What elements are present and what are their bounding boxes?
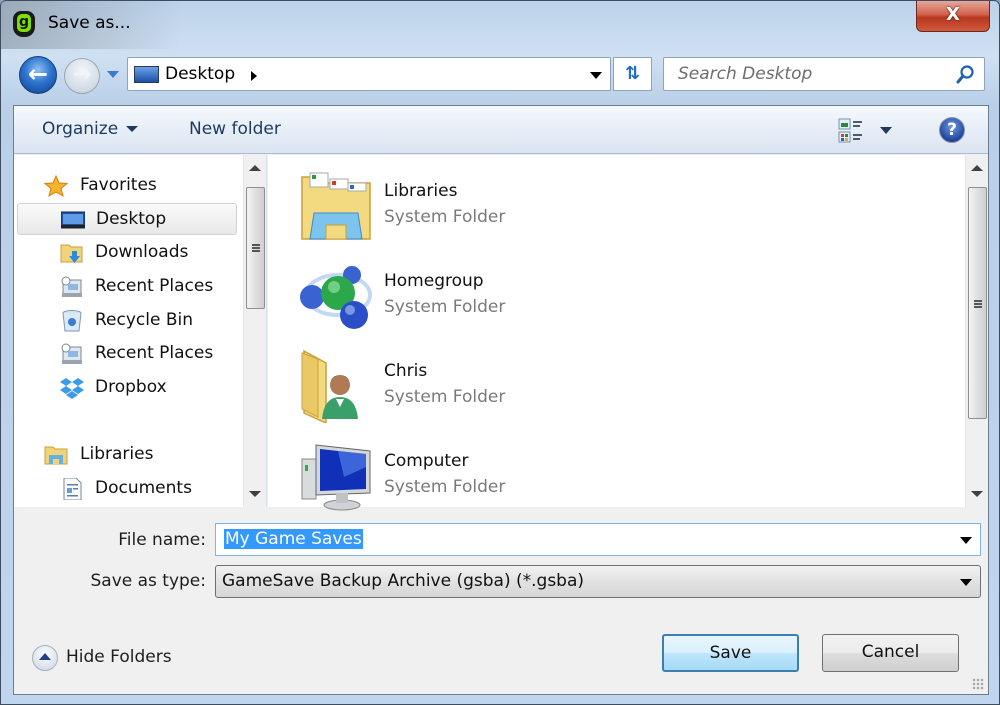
collapse-up-icon [32, 645, 58, 671]
new-folder-button[interactable]: New folder [189, 119, 281, 139]
sidebar-item-downloads[interactable]: Downloads [60, 237, 240, 269]
save-as-dialog: g Save as... X ← → Desktop ⇅ Search Desk… [0, 0, 1000, 705]
save-as-type-value: GameSave Backup Archive (gsba) (*.gsba) [222, 571, 585, 591]
computer-icon [301, 444, 371, 511]
item-name: Homegroup [384, 271, 484, 291]
window-title: Save as... [48, 13, 131, 33]
hide-folders-label: Hide Folders [66, 647, 172, 667]
item-name: Chris [384, 361, 428, 381]
command-bar: Organize New folder ? [14, 106, 988, 154]
help-icon: ? [947, 120, 957, 140]
sidebar-item-dropbox[interactable]: Dropbox [60, 372, 240, 404]
libraries-icon [44, 446, 68, 465]
dialog-body: Organize New folder ? Favorites Desktop … [13, 105, 989, 695]
item-type: System Folder [384, 477, 506, 497]
navigation-pane: Favorites Desktop Downloads Recent Place… [14, 155, 267, 507]
sidebar-item-recycle-bin[interactable]: Recycle Bin [60, 305, 240, 337]
file-list: Libraries System Folder Homegroup System… [268, 155, 988, 511]
chevron-down-icon [126, 126, 139, 132]
documents-icon [63, 478, 82, 500]
organize-button[interactable]: Organize [42, 119, 139, 139]
scroll-down-icon[interactable] [971, 491, 983, 497]
scrollbar-thumb[interactable] [246, 187, 265, 309]
dropbox-icon [60, 378, 84, 399]
file-name-value: My Game Saves [224, 529, 363, 549]
item-type: System Folder [384, 387, 506, 407]
refresh-icon: ⇅ [624, 63, 641, 84]
libraries-folder-icon [301, 172, 371, 240]
scroll-up-icon[interactable] [971, 165, 983, 171]
scrollbar-thumb[interactable] [968, 187, 987, 419]
address-bar[interactable]: Desktop [127, 57, 611, 91]
recent-places-icon [61, 343, 82, 364]
list-item-computer[interactable]: Computer System Folder [298, 437, 698, 517]
back-arrow-icon: ← [27, 60, 49, 88]
change-view-icon[interactable] [838, 118, 864, 144]
homegroup-icon [300, 266, 372, 329]
sidebar-item-recent-places[interactable]: Recent Places [60, 271, 240, 303]
item-type: System Folder [384, 297, 506, 317]
back-button[interactable]: ← [19, 56, 57, 94]
item-name: Computer [384, 451, 469, 471]
organize-label: Organize [42, 119, 119, 139]
refresh-button[interactable]: ⇅ [613, 57, 652, 91]
close-icon: X [946, 4, 960, 25]
forward-arrow-icon: → [72, 62, 92, 87]
views-dropdown-icon[interactable] [880, 127, 892, 134]
item-type: System Folder [384, 207, 506, 227]
breadcrumb-desktop[interactable]: Desktop [165, 64, 235, 84]
help-button[interactable]: ? [939, 117, 965, 143]
sidebar-group-favorites[interactable]: Favorites [44, 170, 244, 202]
sidebar-item-desktop[interactable]: Desktop [17, 203, 237, 235]
grip-icon [974, 300, 982, 308]
save-as-type-select[interactable]: GameSave Backup Archive (gsba) (*.gsba) [215, 565, 981, 598]
close-button[interactable]: X [916, 1, 990, 32]
downloads-folder-icon [60, 244, 83, 263]
star-icon [44, 175, 68, 197]
search-icon[interactable] [956, 65, 974, 85]
save-as-type-label: Save as type: [90, 571, 206, 591]
cancel-button[interactable]: Cancel [822, 634, 959, 672]
save-button[interactable]: Save [662, 634, 799, 672]
scroll-up-icon[interactable] [249, 165, 261, 171]
item-name: Libraries [384, 181, 458, 201]
search-placeholder: Search Desktop [678, 64, 813, 84]
sidebar-item-recent-places-2[interactable]: Recent Places [60, 338, 240, 370]
recent-locations-dropdown[interactable] [107, 71, 119, 78]
breadcrumb-chevron-icon[interactable] [251, 71, 257, 81]
list-item-libraries[interactable]: Libraries System Folder [298, 167, 698, 247]
sidebar-item-documents[interactable]: Documents [60, 473, 240, 505]
forward-button[interactable]: → [64, 58, 100, 94]
file-name-label: File name: [118, 530, 206, 550]
chevron-down-icon [960, 579, 972, 586]
resize-grip[interactable] [972, 678, 984, 690]
file-list-scrollbar[interactable] [965, 155, 988, 507]
desktop-icon [61, 211, 85, 229]
sidebar-group-libraries[interactable]: Libraries [44, 439, 244, 471]
desktop-icon [134, 66, 159, 83]
scroll-down-icon[interactable] [249, 491, 261, 497]
navigation-pane-scrollbar[interactable] [243, 155, 266, 507]
search-input[interactable]: Search Desktop [663, 57, 985, 91]
gamesave-app-icon: g [13, 11, 35, 37]
user-folder-icon [301, 349, 358, 423]
file-name-dropdown-icon[interactable] [960, 537, 972, 544]
file-name-input[interactable]: My Game Saves [215, 523, 981, 556]
recycle-bin-icon [62, 310, 82, 332]
title-bar: g Save as... X [1, 1, 1000, 47]
list-item-chris[interactable]: Chris System Folder [298, 347, 698, 427]
grip-icon [252, 244, 260, 252]
address-dropdown-icon[interactable] [590, 72, 602, 79]
recent-places-icon [61, 276, 82, 297]
list-item-homegroup[interactable]: Homegroup System Folder [298, 257, 698, 337]
